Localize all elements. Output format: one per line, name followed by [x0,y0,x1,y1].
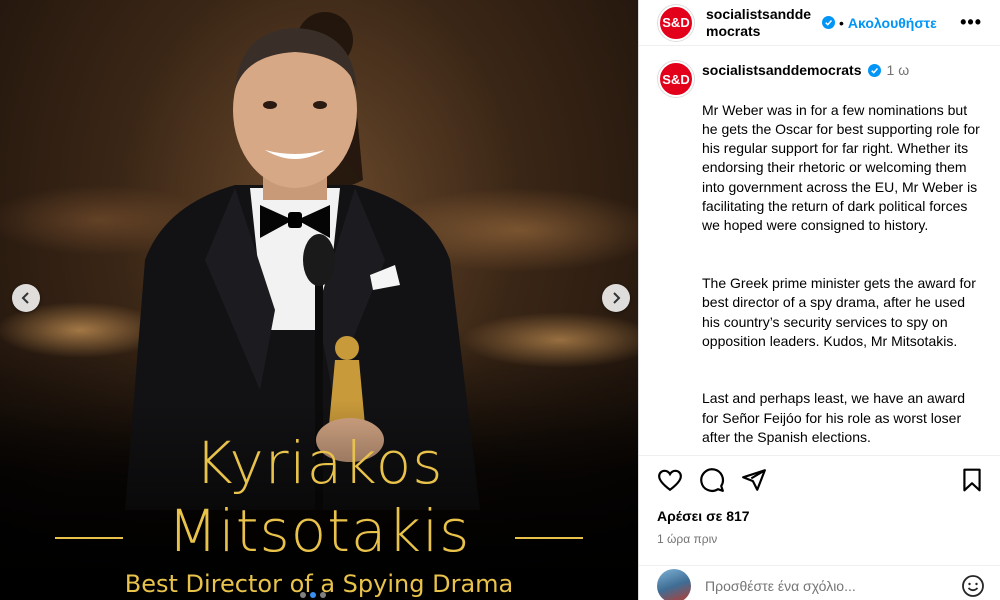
verified-badge-icon [822,16,835,29]
caption-scroll-area[interactable]: S&D socialistsanddemocrats 1 ω Mr Weber … [639,47,1000,447]
slide-indicator [300,592,326,598]
verified-badge-icon [867,64,881,78]
post-time-ago[interactable]: 1 ώρα πριν [657,532,985,546]
caption-paragraph: The Greek prime minister gets the award … [702,274,976,349]
share-icon[interactable] [741,467,767,493]
post-media[interactable]: Kyriakos Mitsotakis Best Director of a S… [0,0,638,600]
heart-icon[interactable] [657,467,683,493]
emoji-icon[interactable] [961,574,985,598]
slide-dot-active [310,592,316,598]
slide-dot [300,592,306,598]
caption-timestamp[interactable]: 1 ω [887,61,910,80]
caption-rule-right [515,537,583,539]
follow-button[interactable]: Ακολουθήστε [848,15,937,31]
current-user-avatar [657,568,691,600]
likes-count[interactable]: Αρέσει σε 817 [657,508,985,524]
comment-input[interactable] [705,577,961,594]
caption-first-name: Kyriakos [194,429,444,497]
post-side-panel: S&D socialistsanddemocrats • Ακολουθήστε… [638,0,1000,600]
bookmark-icon[interactable] [959,467,985,493]
caption-text: Mr Weber was in for a few nominations bu… [702,81,981,447]
caption-author-avatar[interactable]: S&D [658,61,694,97]
next-slide-button[interactable] [602,284,630,312]
caption-paragraph: Mr Weber was in for a few nominations bu… [702,101,980,234]
author-avatar[interactable]: S&D [658,4,694,41]
action-bar: Αρέσει σε 817 1 ώρα πριν [639,455,1000,546]
add-comment-bar [639,565,1000,600]
caption-last-name: Mitsotakis [167,497,471,565]
separator-dot: • [839,14,844,31]
caption-comment: S&D socialistsanddemocrats 1 ω Mr Weber … [658,61,981,447]
chevron-right-icon [613,292,621,304]
slide-dot [320,592,326,598]
comment-icon[interactable] [699,467,725,493]
more-options-icon[interactable]: ••• [960,12,982,33]
author-username[interactable]: socialistsanddemocrats [706,6,816,40]
caption-paragraph: Last and perhaps least, we have an award… [702,390,966,446]
chevron-left-icon [21,292,29,304]
previous-slide-button[interactable] [12,284,40,312]
post-header: S&D socialistsanddemocrats • Ακολουθήστε… [639,0,1000,46]
caption-author-username[interactable]: socialistsanddemocrats [702,61,862,80]
